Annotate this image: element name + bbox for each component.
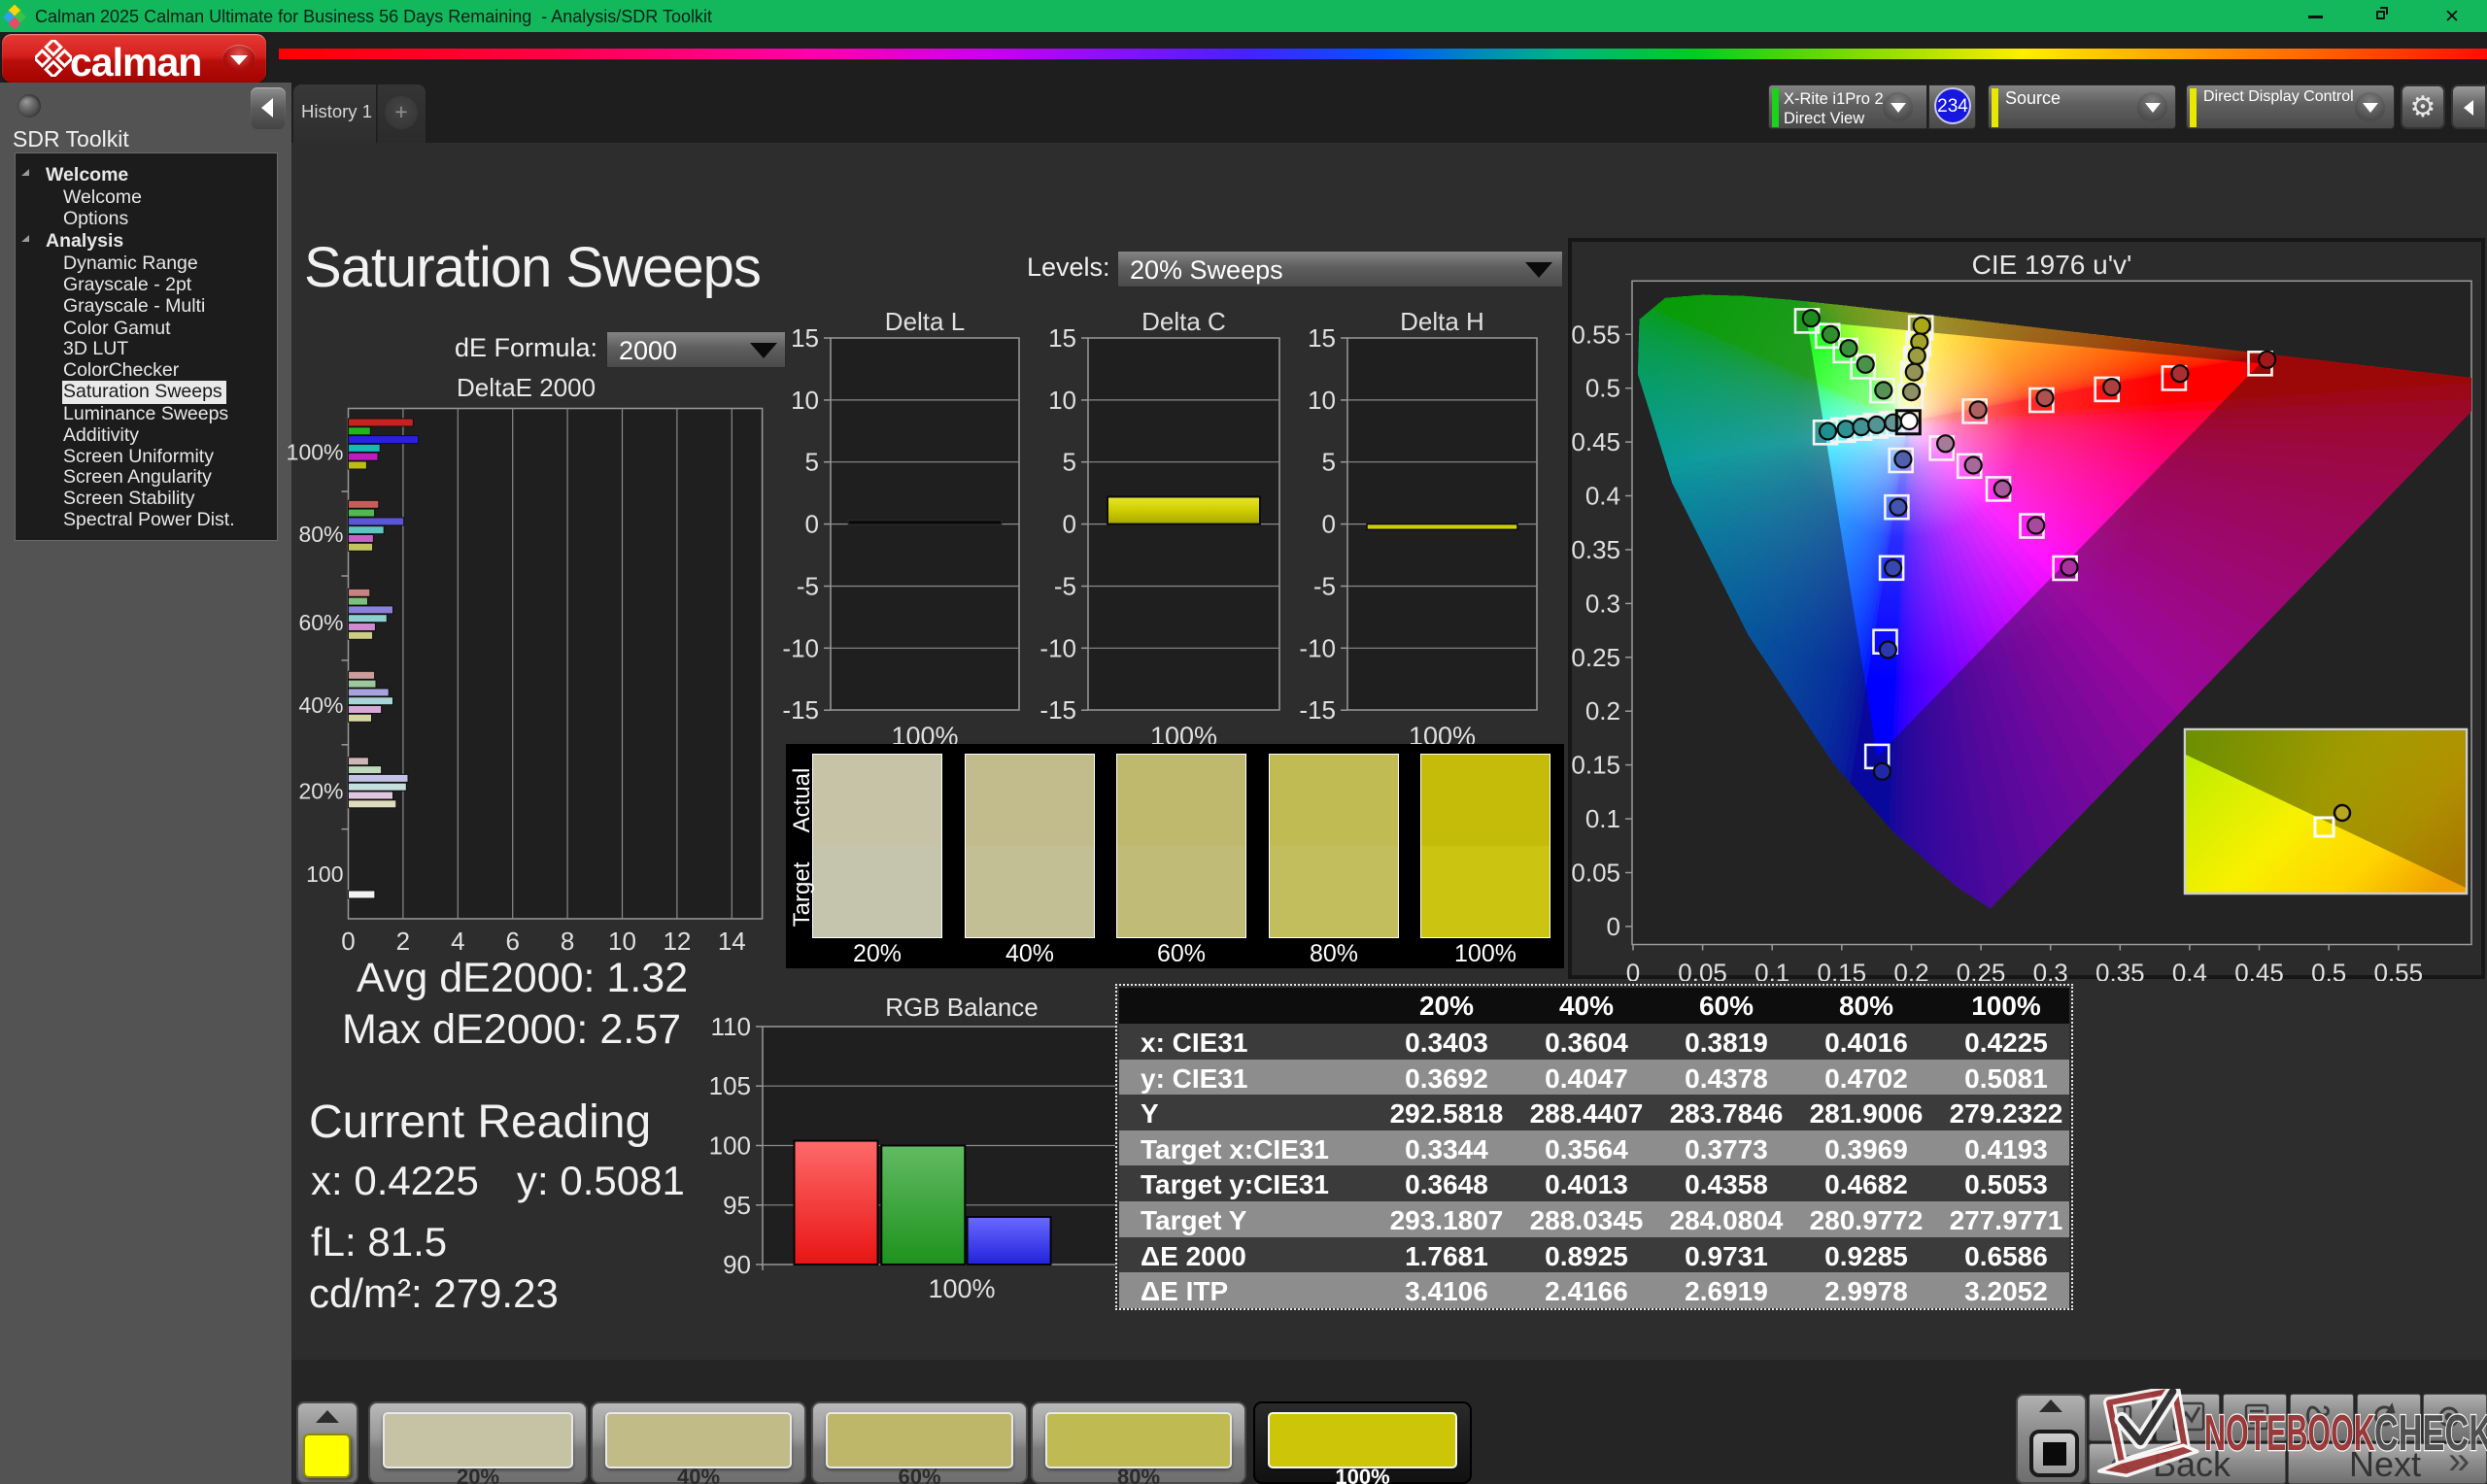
svg-text:0: 0 bbox=[805, 510, 819, 539]
svg-text:0.5: 0.5 bbox=[2311, 959, 2346, 982]
svg-text:-10: -10 bbox=[1299, 633, 1336, 662]
svg-text:RGB Balance: RGB Balance bbox=[885, 993, 1039, 1022]
svg-text:110: 110 bbox=[711, 1012, 751, 1041]
svg-text:0.4: 0.4 bbox=[2172, 959, 2207, 982]
svg-text:15: 15 bbox=[1048, 323, 1076, 353]
svg-text:0.45: 0.45 bbox=[1571, 427, 1620, 456]
svg-text:0.35: 0.35 bbox=[1571, 535, 1620, 564]
svg-text:0: 0 bbox=[1607, 912, 1620, 941]
svg-text:10: 10 bbox=[1308, 386, 1336, 415]
svg-text:0.25: 0.25 bbox=[1571, 643, 1620, 672]
svg-text:CHECK: CHECK bbox=[2374, 1405, 2487, 1462]
svg-text:2: 2 bbox=[396, 927, 410, 952]
svg-text:10: 10 bbox=[791, 386, 819, 415]
svg-text:15: 15 bbox=[791, 323, 819, 353]
svg-text:-15: -15 bbox=[782, 695, 819, 725]
svg-text:-15: -15 bbox=[1299, 695, 1336, 725]
svg-text:100%: 100% bbox=[287, 440, 344, 465]
svg-text:6: 6 bbox=[505, 927, 519, 952]
svg-text:0.5: 0.5 bbox=[1585, 374, 1620, 403]
svg-text:0.1: 0.1 bbox=[1585, 804, 1620, 833]
svg-text:0.15: 0.15 bbox=[1571, 751, 1620, 780]
svg-text:95: 95 bbox=[723, 1191, 751, 1220]
svg-text:0.05: 0.05 bbox=[1571, 859, 1620, 888]
svg-text:10: 10 bbox=[1048, 386, 1076, 415]
svg-text:8: 8 bbox=[561, 927, 574, 952]
svg-text:100: 100 bbox=[306, 861, 343, 887]
svg-text:5: 5 bbox=[1322, 448, 1336, 477]
svg-text:-5: -5 bbox=[1054, 572, 1076, 601]
svg-text:-10: -10 bbox=[782, 633, 819, 662]
svg-text:0.2: 0.2 bbox=[1585, 696, 1620, 725]
svg-text:5: 5 bbox=[1063, 448, 1076, 477]
svg-text:0: 0 bbox=[1322, 510, 1336, 539]
svg-text:14: 14 bbox=[718, 927, 746, 952]
svg-text:10: 10 bbox=[608, 927, 636, 952]
svg-text:40%: 40% bbox=[298, 692, 343, 718]
svg-text:20%: 20% bbox=[298, 779, 343, 804]
svg-text:105: 105 bbox=[709, 1071, 751, 1100]
svg-text:60%: 60% bbox=[298, 610, 343, 635]
svg-text:-5: -5 bbox=[1313, 572, 1336, 601]
svg-text:0: 0 bbox=[341, 927, 355, 952]
svg-text:0.4: 0.4 bbox=[1585, 482, 1620, 511]
svg-text:4: 4 bbox=[451, 927, 464, 952]
svg-text:0.1: 0.1 bbox=[1755, 959, 1789, 982]
svg-text:0.55: 0.55 bbox=[1571, 320, 1620, 349]
svg-text:0.45: 0.45 bbox=[2234, 959, 2284, 982]
svg-text:12: 12 bbox=[663, 927, 691, 952]
svg-text:0: 0 bbox=[1063, 510, 1076, 539]
svg-text:90: 90 bbox=[723, 1250, 751, 1279]
svg-text:-15: -15 bbox=[1039, 695, 1076, 725]
svg-text:-10: -10 bbox=[1039, 633, 1076, 662]
svg-text:5: 5 bbox=[805, 448, 819, 477]
svg-text:0.55: 0.55 bbox=[2373, 959, 2423, 982]
svg-text:DeltaE 2000: DeltaE 2000 bbox=[457, 373, 596, 402]
svg-text:0.25: 0.25 bbox=[1957, 959, 2006, 982]
svg-text:0.3: 0.3 bbox=[1585, 589, 1620, 618]
svg-text:0.05: 0.05 bbox=[1678, 959, 1727, 982]
svg-text:100%: 100% bbox=[928, 1274, 995, 1303]
svg-text:Target: Target bbox=[789, 861, 815, 927]
svg-text:0.15: 0.15 bbox=[1817, 959, 1866, 982]
svg-text:80%: 80% bbox=[298, 522, 343, 547]
svg-text:Delta L: Delta L bbox=[885, 307, 965, 336]
svg-text:100: 100 bbox=[709, 1131, 751, 1161]
svg-text:CIE 1976 u'v': CIE 1976 u'v' bbox=[1972, 250, 2132, 280]
svg-text:0.35: 0.35 bbox=[2095, 959, 2145, 982]
svg-text:Delta H: Delta H bbox=[1400, 307, 1484, 336]
svg-text:15: 15 bbox=[1308, 323, 1336, 353]
svg-text:0.3: 0.3 bbox=[2033, 959, 2068, 982]
svg-text:Delta C: Delta C bbox=[1141, 307, 1226, 336]
svg-text:Actual: Actual bbox=[789, 768, 815, 833]
svg-text:0: 0 bbox=[1626, 959, 1640, 982]
svg-text:-5: -5 bbox=[797, 572, 819, 601]
svg-text:NOTEBOOK: NOTEBOOK bbox=[2204, 1405, 2375, 1463]
svg-text:0.2: 0.2 bbox=[1893, 959, 1928, 982]
